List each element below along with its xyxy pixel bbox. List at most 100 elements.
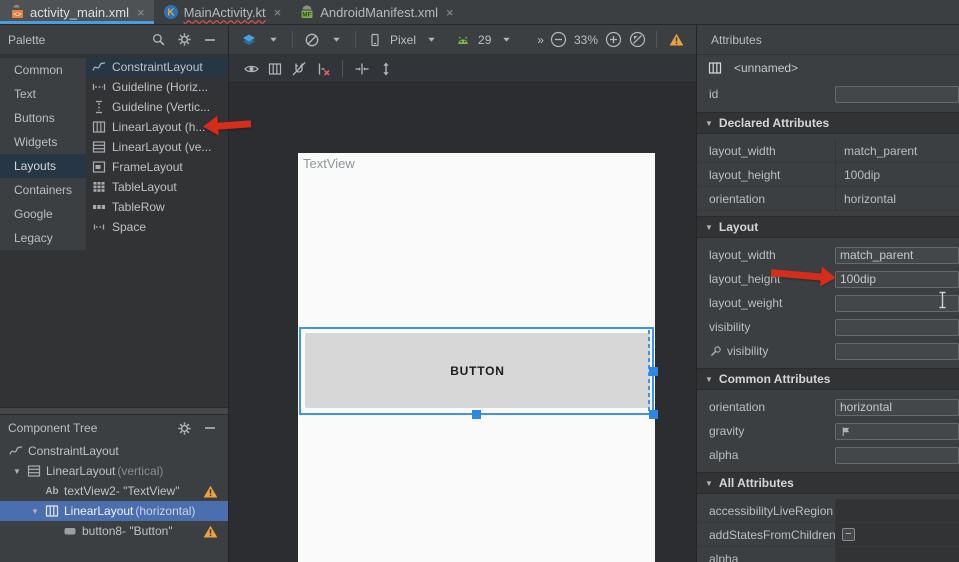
palette-category-legacy[interactable]: Legacy <box>0 226 86 250</box>
expand-arrow-icon[interactable]: ▼ <box>26 507 44 516</box>
clear-constraints-icon[interactable] <box>314 59 332 79</box>
tree-node-linearlayout-vertical[interactable]: ▼LinearLayout(vertical) <box>0 461 228 481</box>
palette-item-tablerow[interactable]: TableRow <box>86 197 228 217</box>
textview-icon: Ab <box>44 483 60 499</box>
attributes-title: Attributes <box>697 25 959 55</box>
attribute-input-visibility[interactable] <box>835 343 959 360</box>
tree-node-linearlayout-horizontal[interactable]: ▼LinearLayout(horizontal) <box>0 501 228 521</box>
palette-item-label: ConstraintLayout <box>112 60 203 74</box>
tree-node-textview2-textview[interactable]: AbtextView2- "TextView" <box>0 481 228 501</box>
attribute-input-layout-height[interactable]: 100dip <box>835 271 959 288</box>
palette-category-text[interactable]: Text <box>0 82 86 106</box>
palette-item-guideline-vertic[interactable]: Guideline (Vertic... <box>86 97 228 117</box>
attribute-input-layout-width[interactable]: match_parent <box>835 247 959 264</box>
zoom-out-icon[interactable] <box>550 30 568 50</box>
palette-item-label: Space <box>112 220 146 234</box>
panel-splitter[interactable] <box>0 407 228 415</box>
section-title: Common Attributes <box>719 372 831 386</box>
section-header-layout[interactable]: ▼ Layout <box>697 216 959 238</box>
warning-icon[interactable] <box>667 30 685 50</box>
gear-icon[interactable] <box>174 31 194 49</box>
close-icon[interactable]: × <box>446 5 454 20</box>
toolbar-text-[interactable]: » <box>537 33 544 47</box>
palette-category-common[interactable]: Common <box>0 58 86 82</box>
collapse-arrow-icon: ▼ <box>705 223 713 232</box>
eye-icon[interactable] <box>242 59 260 79</box>
palette-item-label: TableLayout <box>112 180 177 194</box>
palette-category-buttons[interactable]: Buttons <box>0 106 86 130</box>
attribute-value: 100dip <box>835 163 959 186</box>
guideline-vertical-icon <box>91 99 107 115</box>
magnet-off-icon[interactable] <box>290 59 308 79</box>
button-widget[interactable]: BUTTON <box>305 333 650 408</box>
toolbar-text-33[interactable]: 33% <box>574 33 598 47</box>
tab-activity-main-xml[interactable]: <>activity_main.xml× <box>0 0 154 24</box>
close-icon[interactable]: × <box>137 5 145 20</box>
attribute-row-layout-weight: layout_weight <box>697 291 959 315</box>
resize-handle-right[interactable] <box>649 367 658 376</box>
palette-item-framelayout[interactable]: FrameLayout <box>86 157 228 177</box>
resize-handle-bottom-right[interactable] <box>649 410 658 419</box>
android-icon[interactable] <box>454 30 472 50</box>
columns-icon[interactable] <box>266 59 284 79</box>
close-icon[interactable]: × <box>274 5 282 20</box>
phone-icon[interactable] <box>366 30 384 50</box>
chevron-down-icon[interactable] <box>497 30 515 50</box>
toolbar-text-pixel[interactable]: Pixel <box>390 33 416 47</box>
palette-item-tablelayout[interactable]: TableLayout <box>86 177 228 197</box>
palette-item-constraintlayout[interactable]: ConstraintLayout <box>86 57 228 77</box>
default-margins-icon[interactable] <box>353 59 371 79</box>
minimize-icon[interactable] <box>200 419 220 437</box>
design-canvas[interactable]: TextView BUTTON <box>229 83 696 562</box>
toolbar-text-29[interactable]: 29 <box>478 33 491 47</box>
attribute-row-alpha: alpha <box>697 443 959 467</box>
palette-item-space[interactable]: Space <box>86 217 228 237</box>
tab-label: MainActivity.kt <box>184 5 266 20</box>
theme-icon[interactable] <box>303 30 321 50</box>
attribute-label: alpha <box>697 448 835 462</box>
tab-mainactivity-kt[interactable]: K MainActivity.kt × <box>154 0 291 24</box>
section-header-common-attributes[interactable]: ▼ Common Attributes <box>697 368 959 390</box>
svg-text:K: K <box>167 8 175 19</box>
attribute-input-visibility[interactable] <box>835 319 959 336</box>
pack-vertical-icon[interactable] <box>377 59 395 79</box>
palette-category-widgets[interactable]: Widgets <box>0 130 86 154</box>
flag-icon <box>840 425 853 438</box>
minimize-icon[interactable] <box>200 31 220 49</box>
section-header-all-attributes[interactable]: ▼All Attributes <box>697 472 959 494</box>
gear-icon[interactable] <box>174 419 194 437</box>
wrench-icon <box>709 345 722 358</box>
tree-node-button8-button[interactable]: button8- "Button" <box>0 521 228 541</box>
checkbox-addstatesfromchildren[interactable]: − <box>842 528 855 541</box>
attribute-input-orientation[interactable]: horizontal <box>835 399 959 416</box>
palette-item-label: LinearLayout (ve... <box>112 140 211 154</box>
palette-item-guideline-horiz[interactable]: Guideline (Horiz... <box>86 77 228 97</box>
attribute-row-layout-width: layout_widthmatch_parent <box>697 243 959 267</box>
collapse-arrow-icon: ▼ <box>705 375 713 384</box>
chevron-down-icon[interactable] <box>264 30 282 50</box>
zoom-in-icon[interactable] <box>604 30 622 50</box>
palette-category-containers[interactable]: Containers <box>0 178 86 202</box>
chevron-down-icon[interactable] <box>327 30 345 50</box>
resize-handle-bottom[interactable] <box>472 410 481 419</box>
palette-item-linearlayout-ve[interactable]: LinearLayout (ve... <box>86 137 228 157</box>
attribute-label: visibility <box>697 320 835 334</box>
attribute-input-alpha[interactable] <box>835 447 959 464</box>
component-tree: ConstraintLayout▼LinearLayout(vertical)A… <box>0 441 228 541</box>
attribute-input-gravity[interactable] <box>835 423 959 440</box>
tree-node-constraintlayout[interactable]: ConstraintLayout <box>0 441 228 461</box>
section-title: Layout <box>719 220 758 234</box>
expand-arrow-icon[interactable]: ▼ <box>8 467 26 476</box>
selected-linearlayout-overlay[interactable]: BUTTON <box>299 327 654 415</box>
search-icon[interactable] <box>148 31 168 49</box>
frame-layout-icon <box>91 159 107 175</box>
zoom-fit-icon[interactable] <box>628 30 646 50</box>
layers-icon[interactable] <box>240 30 258 50</box>
textview-widget[interactable]: TextView <box>303 156 355 171</box>
palette-category-google[interactable]: Google <box>0 202 86 226</box>
tab-androidmanifest-xml[interactable]: MFAndroidManifest.xml× <box>290 0 462 24</box>
id-input[interactable] <box>835 86 959 103</box>
palette-category-layouts[interactable]: Layouts <box>0 154 86 178</box>
chevron-down-icon[interactable] <box>422 30 440 50</box>
section-header-declared-attributes[interactable]: ▼Declared Attributes <box>697 112 959 134</box>
